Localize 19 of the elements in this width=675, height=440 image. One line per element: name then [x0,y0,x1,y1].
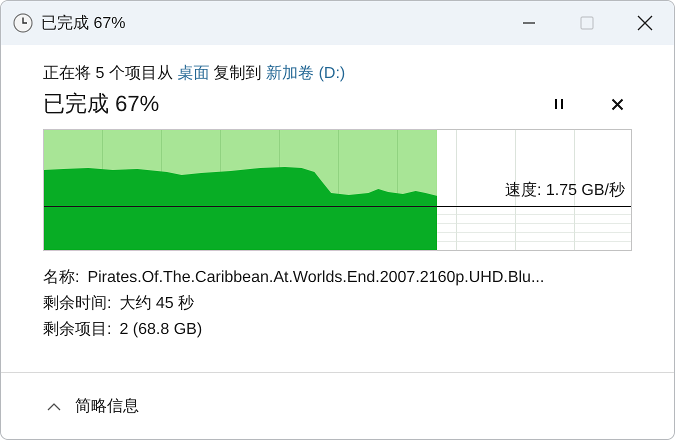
clock-icon [13,13,33,33]
window-title: 已完成 67% [41,14,126,34]
detail-value: 大约 45 秒 [119,294,194,314]
pause-icon [553,97,565,111]
detail-value: 2 (68.8 GB) [119,320,202,340]
source-link[interactable]: 桌面 [177,65,210,82]
maximize-icon [580,16,594,30]
detail-value: Pirates.Of.The.Caribbean.At.Worlds.End.2007.2160p.UHD.Blu... [87,268,544,288]
close-icon [610,98,624,110]
speed-label: 速度: 1.75 GB/秒 [504,180,625,201]
detail-label: 剩余项目: [43,320,112,340]
details-toggle[interactable]: 简略信息 [47,396,139,416]
detail-label: 名称: [43,268,80,288]
progress-heading: 已完成 67% [43,90,160,118]
destination-link[interactable]: 新加卷 (D:) [266,65,346,82]
copy-description: 正在将 5 个项目从 桌面 复制到 新加卷 (D:) [43,64,346,84]
close-icon [637,15,653,31]
detail-label: 剩余时间: [43,294,112,314]
caret-icon [47,402,61,410]
